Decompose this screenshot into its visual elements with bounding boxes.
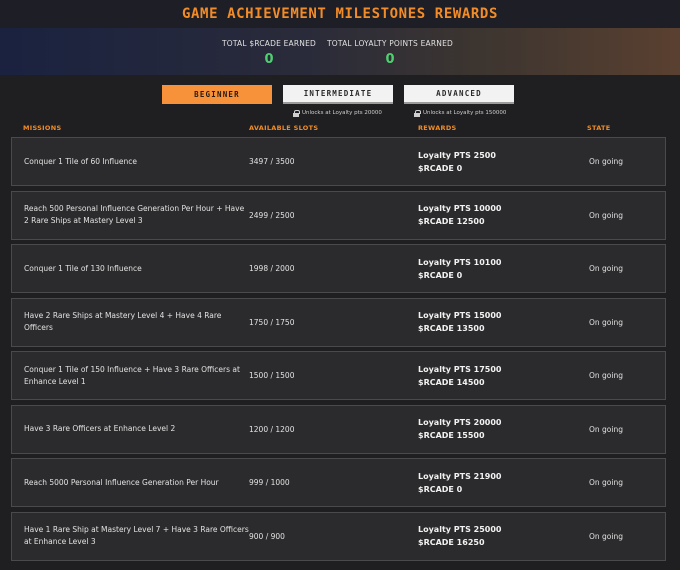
rcade-reward: $RCADE 13500 — [418, 324, 485, 333]
table-row[interactable]: Conquer 1 Tile of 130 Influence 1998 / 2… — [11, 244, 666, 293]
rewards-cell: Loyalty PTS 10000 $RCADE 12500 — [418, 192, 578, 239]
mission-state: On going — [589, 531, 623, 541]
rcade-reward: $RCADE 12500 — [418, 217, 485, 226]
available-slots: 1750 / 1750 — [249, 317, 295, 327]
rcade-earned-value: 0 — [264, 52, 274, 67]
rcade-reward: $RCADE 14500 — [418, 377, 485, 387]
achievement-milestones-page: GAME ACHIEVEMENT MILESTONES REWARDS TOTA… — [0, 0, 680, 570]
tab-advanced[interactable]: ADVANCED — [404, 85, 514, 104]
advanced-unlock-text: Unlocks at Loyalty pts 150000 — [423, 110, 507, 116]
mission-state: On going — [589, 478, 623, 487]
lock-icon — [293, 110, 300, 117]
loyalty-reward: Loyalty PTS 20000 — [418, 418, 502, 427]
table-row[interactable]: Have 3 Rare Officers at Enhance Level 2 … — [11, 404, 666, 454]
mission-text: Have 2 Rare Ships at Mastery Level 4 + H… — [24, 311, 222, 332]
rewards-cell: Loyalty PTS 17500 $RCADE 14500 — [418, 352, 578, 399]
column-header-missions: MISSIONS — [23, 124, 62, 132]
table-row[interactable]: Conquer 1 Tile of 150 Influence + Have 3… — [11, 351, 666, 400]
loyalty-earned-stat: TOTAL LOYALTY POINTS EARNED 0 — [325, 39, 455, 67]
intermediate-unlock-text: Unlocks at Loyalty pts 20000 — [302, 110, 382, 116]
advanced-unlock-note: Unlocks at Loyalty pts 150000 — [414, 108, 506, 118]
rcade-earned-stat: TOTAL $RCADE EARNED 0 — [214, 39, 324, 67]
available-slots: 2499 / 2500 — [249, 210, 295, 220]
rcade-reward: $RCADE 0 — [418, 163, 463, 173]
mission-text: Reach 500 Personal Influence Generation … — [24, 204, 245, 225]
loyalty-reward: Loyalty PTS 25000 — [418, 525, 502, 534]
rcade-reward: $RCADE 0 — [418, 270, 463, 280]
mission-text: Have 3 Rare Officers at Enhance Level 2 — [24, 424, 176, 433]
rcade-reward: $RCADE 15500 — [418, 431, 485, 440]
mission-text: Conquer 1 Tile of 130 Influence — [24, 263, 142, 273]
loyalty-reward: Loyalty PTS 15000 — [418, 311, 502, 320]
mission-text: Conquer 1 Tile of 150 Influence + Have 3… — [24, 364, 240, 386]
tab-beginner[interactable]: BEGINNER — [162, 85, 272, 104]
mission-text: Reach 5000 Personal Influence Generation… — [24, 477, 219, 487]
available-slots: 3497 / 3500 — [249, 157, 295, 166]
level-tabs: BEGINNER INTERMEDIATE ADVANCED Unlocks a… — [0, 85, 680, 119]
tab-intermediate[interactable]: INTERMEDIATE — [283, 85, 393, 104]
table-row[interactable]: Conquer 1 Tile of 60 Influence 3497 / 35… — [11, 137, 666, 186]
available-slots: 999 / 1000 — [249, 478, 290, 487]
mission-state: On going — [589, 371, 623, 380]
available-slots: 900 / 900 — [249, 531, 285, 541]
mission-state: On going — [589, 317, 623, 327]
page-title: GAME ACHIEVEMENT MILESTONES REWARDS — [181, 6, 498, 22]
table-row[interactable]: Reach 5000 Personal Influence Generation… — [11, 458, 666, 507]
rewards-cell: Loyalty PTS 21900 $RCADE 0 — [418, 459, 578, 506]
mission-state: On going — [589, 157, 623, 166]
table-row[interactable]: Reach 500 Personal Influence Generation … — [11, 190, 666, 240]
mission-state: On going — [589, 210, 623, 220]
loyalty-reward: Loyalty PTS 21900 — [418, 471, 502, 481]
column-header-slots: AVAILABLE SLOTS — [249, 124, 319, 132]
loyalty-reward: Loyalty PTS 17500 — [418, 364, 502, 374]
table-row[interactable]: Have 2 Rare Ships at Mastery Level 4 + H… — [11, 297, 666, 347]
loyalty-earned-value: 0 — [385, 52, 395, 67]
loyalty-earned-label: TOTAL LOYALTY POINTS EARNED — [327, 39, 453, 48]
table-row[interactable]: Have 1 Rare Ship at Mastery Level 7 + Ha… — [11, 511, 666, 561]
loyalty-reward: Loyalty PTS 10000 — [418, 204, 502, 213]
column-header-state: STATE — [587, 124, 611, 132]
intermediate-unlock-note: Unlocks at Loyalty pts 20000 — [293, 108, 382, 118]
rewards-cell: Loyalty PTS 15000 $RCADE 13500 — [418, 299, 578, 346]
lock-icon — [414, 110, 421, 117]
rewards-cell: Loyalty PTS 20000 $RCADE 15500 — [418, 406, 578, 453]
mission-state: On going — [589, 264, 623, 273]
mission-text: Conquer 1 Tile of 60 Influence — [24, 156, 137, 166]
title-bar: GAME ACHIEVEMENT MILESTONES REWARDS — [0, 0, 680, 28]
table-header: MISSIONS AVAILABLE SLOTS REWARDS STATE — [0, 124, 680, 134]
rcade-reward: $RCADE 0 — [418, 484, 463, 494]
available-slots: 1500 / 1500 — [249, 371, 295, 380]
rewards-cell: Loyalty PTS 25000 $RCADE 16250 — [418, 513, 578, 560]
rcade-earned-label: TOTAL $RCADE EARNED — [221, 39, 317, 48]
column-header-rewards: REWARDS — [418, 124, 457, 132]
rcade-reward: $RCADE 16250 — [418, 538, 485, 547]
earnings-summary: TOTAL $RCADE EARNED 0 TOTAL LOYALTY POIN… — [0, 28, 680, 75]
loyalty-reward: Loyalty PTS 10100 — [418, 257, 502, 267]
available-slots: 1998 / 2000 — [249, 264, 295, 273]
rewards-cell: Loyalty PTS 10100 $RCADE 0 — [418, 245, 578, 292]
available-slots: 1200 / 1200 — [249, 424, 295, 434]
rewards-cell: Loyalty PTS 2500 $RCADE 0 — [418, 138, 578, 185]
mission-state: On going — [589, 424, 623, 434]
loyalty-reward: Loyalty PTS 2500 — [418, 150, 496, 160]
mission-text: Have 1 Rare Ship at Mastery Level 7 + Ha… — [24, 525, 249, 546]
